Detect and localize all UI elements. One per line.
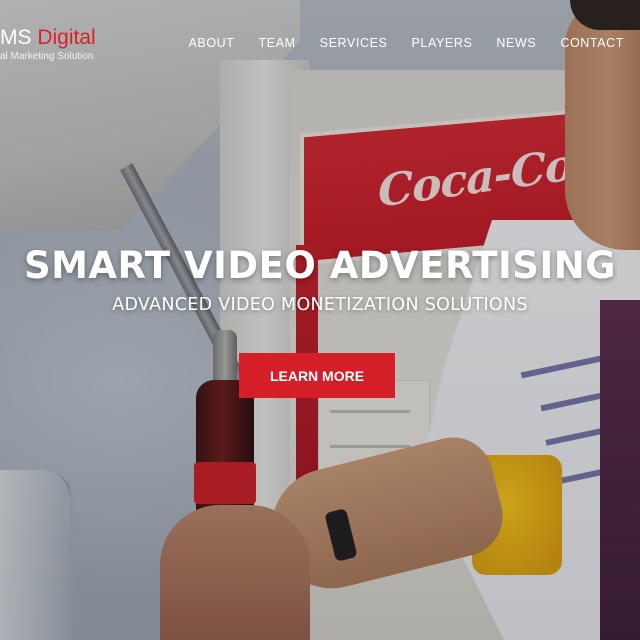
main-nav: ABOUT TEAM SERVICES PLAYERS NEWS CONTACT: [176, 36, 624, 50]
logo-tagline: al Marketing Solution: [0, 51, 94, 62]
nav-item-news[interactable]: NEWS: [484, 36, 548, 50]
hero-overlay: [0, 0, 640, 640]
nav-item-contact[interactable]: CONTACT: [548, 36, 624, 50]
logo-name-accent: Digital: [37, 26, 96, 49]
site-header: MS Digital al Marketing Solution ABOUT T…: [0, 0, 640, 82]
logo-wordmark: MS Digital: [0, 26, 96, 50]
nav-item-players[interactable]: PLAYERS: [399, 36, 484, 50]
page: Coca-Cola MS Digital al Marketing Soluti…: [0, 0, 640, 640]
hero-subtitle: ADVANCED VIDEO MONETIZATION SOLUTIONS: [112, 295, 528, 315]
learn-more-button[interactable]: LEARN MORE: [239, 353, 395, 398]
nav-item-about[interactable]: ABOUT: [176, 36, 246, 50]
site-logo[interactable]: MS Digital al Marketing Solution: [0, 26, 96, 62]
hero-title: SMART VIDEO ADVERTISING: [23, 244, 617, 287]
nav-item-services[interactable]: SERVICES: [308, 36, 400, 50]
logo-name-prefix: MS: [0, 26, 38, 49]
nav-item-team[interactable]: TEAM: [247, 36, 308, 50]
